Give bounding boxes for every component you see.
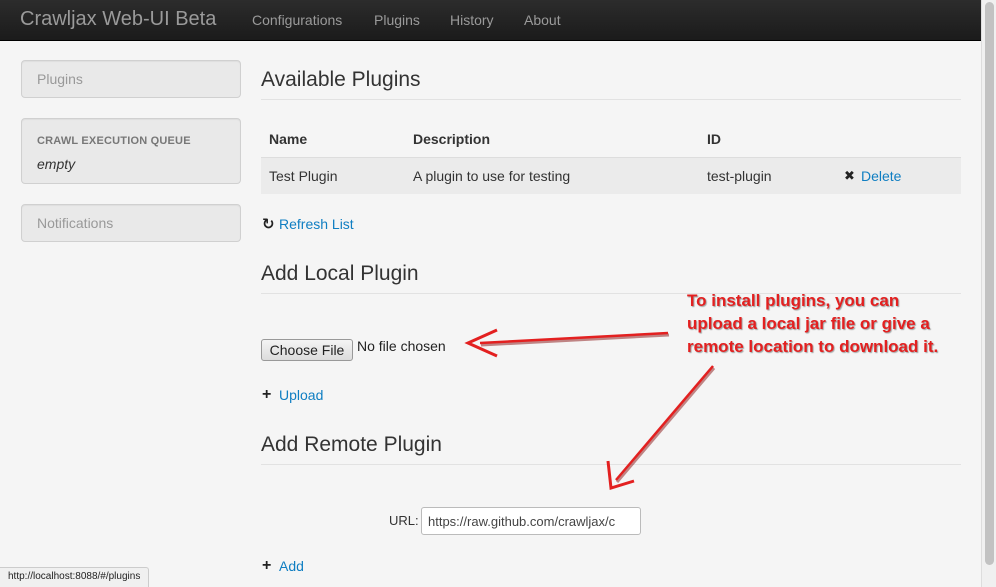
crawl-queue-panel: CRAWL EXECUTION QUEUE empty	[21, 118, 241, 184]
close-icon[interactable]: ✖	[844, 168, 855, 184]
annotation-line: remote location to download it.	[687, 337, 939, 356]
url-input[interactable]	[421, 507, 641, 535]
choose-file-button[interactable]: Choose File	[261, 339, 353, 361]
add-local-plugin-title: Add Local Plugin	[261, 262, 419, 285]
delete-plugin-link[interactable]: Delete	[861, 168, 901, 184]
crawl-queue-heading: CRAWL EXECUTION QUEUE	[37, 135, 191, 147]
available-plugins-title: Available Plugins	[261, 68, 421, 91]
plus-icon[interactable]: +	[262, 557, 271, 575]
sidebar-notifications-panel[interactable]: Notifications	[21, 204, 241, 242]
brand-title[interactable]: Crawljax Web-UI Beta	[20, 8, 216, 31]
arrow-to-url-input	[606, 365, 716, 490]
browser-status-bar: http://localhost:8088/#/plugins	[0, 567, 150, 587]
nav-history[interactable]: History	[450, 12, 494, 28]
add-remote-plugin-title: Add Remote Plugin	[261, 433, 442, 456]
annotation-line: To install plugins, you can	[687, 291, 900, 310]
sidebar-notifications-label: Notifications	[37, 215, 114, 231]
sidebar-plugins-label: Plugins	[37, 71, 83, 87]
column-header-description: Description	[413, 131, 491, 147]
vertical-scrollbar[interactable]	[981, 0, 996, 587]
section-divider	[261, 99, 961, 100]
plus-icon[interactable]: +	[262, 386, 271, 404]
file-status-text: No file chosen	[357, 338, 446, 354]
top-navbar: Crawljax Web-UI Beta Configurations Plug…	[0, 0, 981, 41]
column-header-name: Name	[269, 131, 308, 147]
sidebar-plugins-panel[interactable]: Plugins	[21, 60, 241, 98]
nav-plugins[interactable]: Plugins	[374, 12, 420, 28]
plugin-id: test-plugin	[707, 168, 772, 184]
section-divider	[261, 464, 961, 465]
table-row: Test Plugin A plugin to use for testing …	[261, 157, 961, 194]
add-remote-link[interactable]: Add	[279, 558, 304, 574]
refresh-icon[interactable]: ↻	[262, 215, 275, 233]
scrollbar-thumb[interactable]	[985, 2, 994, 565]
annotation-line: upload a local jar file or give a	[687, 314, 930, 333]
crawl-queue-value: empty	[37, 156, 76, 172]
plugin-description: A plugin to use for testing	[413, 168, 571, 184]
refresh-list-link[interactable]: Refresh List	[279, 216, 354, 232]
upload-link[interactable]: Upload	[279, 387, 323, 403]
arrow-to-file-input	[464, 328, 670, 358]
nav-about[interactable]: About	[524, 12, 561, 28]
annotation-callout: To install plugins, you can upload a loc…	[687, 289, 977, 358]
status-url: http://localhost:8088/#/plugins	[8, 571, 141, 582]
plugin-name: Test Plugin	[269, 168, 338, 184]
nav-configurations[interactable]: Configurations	[252, 12, 342, 28]
url-label: URL:	[389, 513, 419, 528]
column-header-id: ID	[707, 131, 721, 147]
